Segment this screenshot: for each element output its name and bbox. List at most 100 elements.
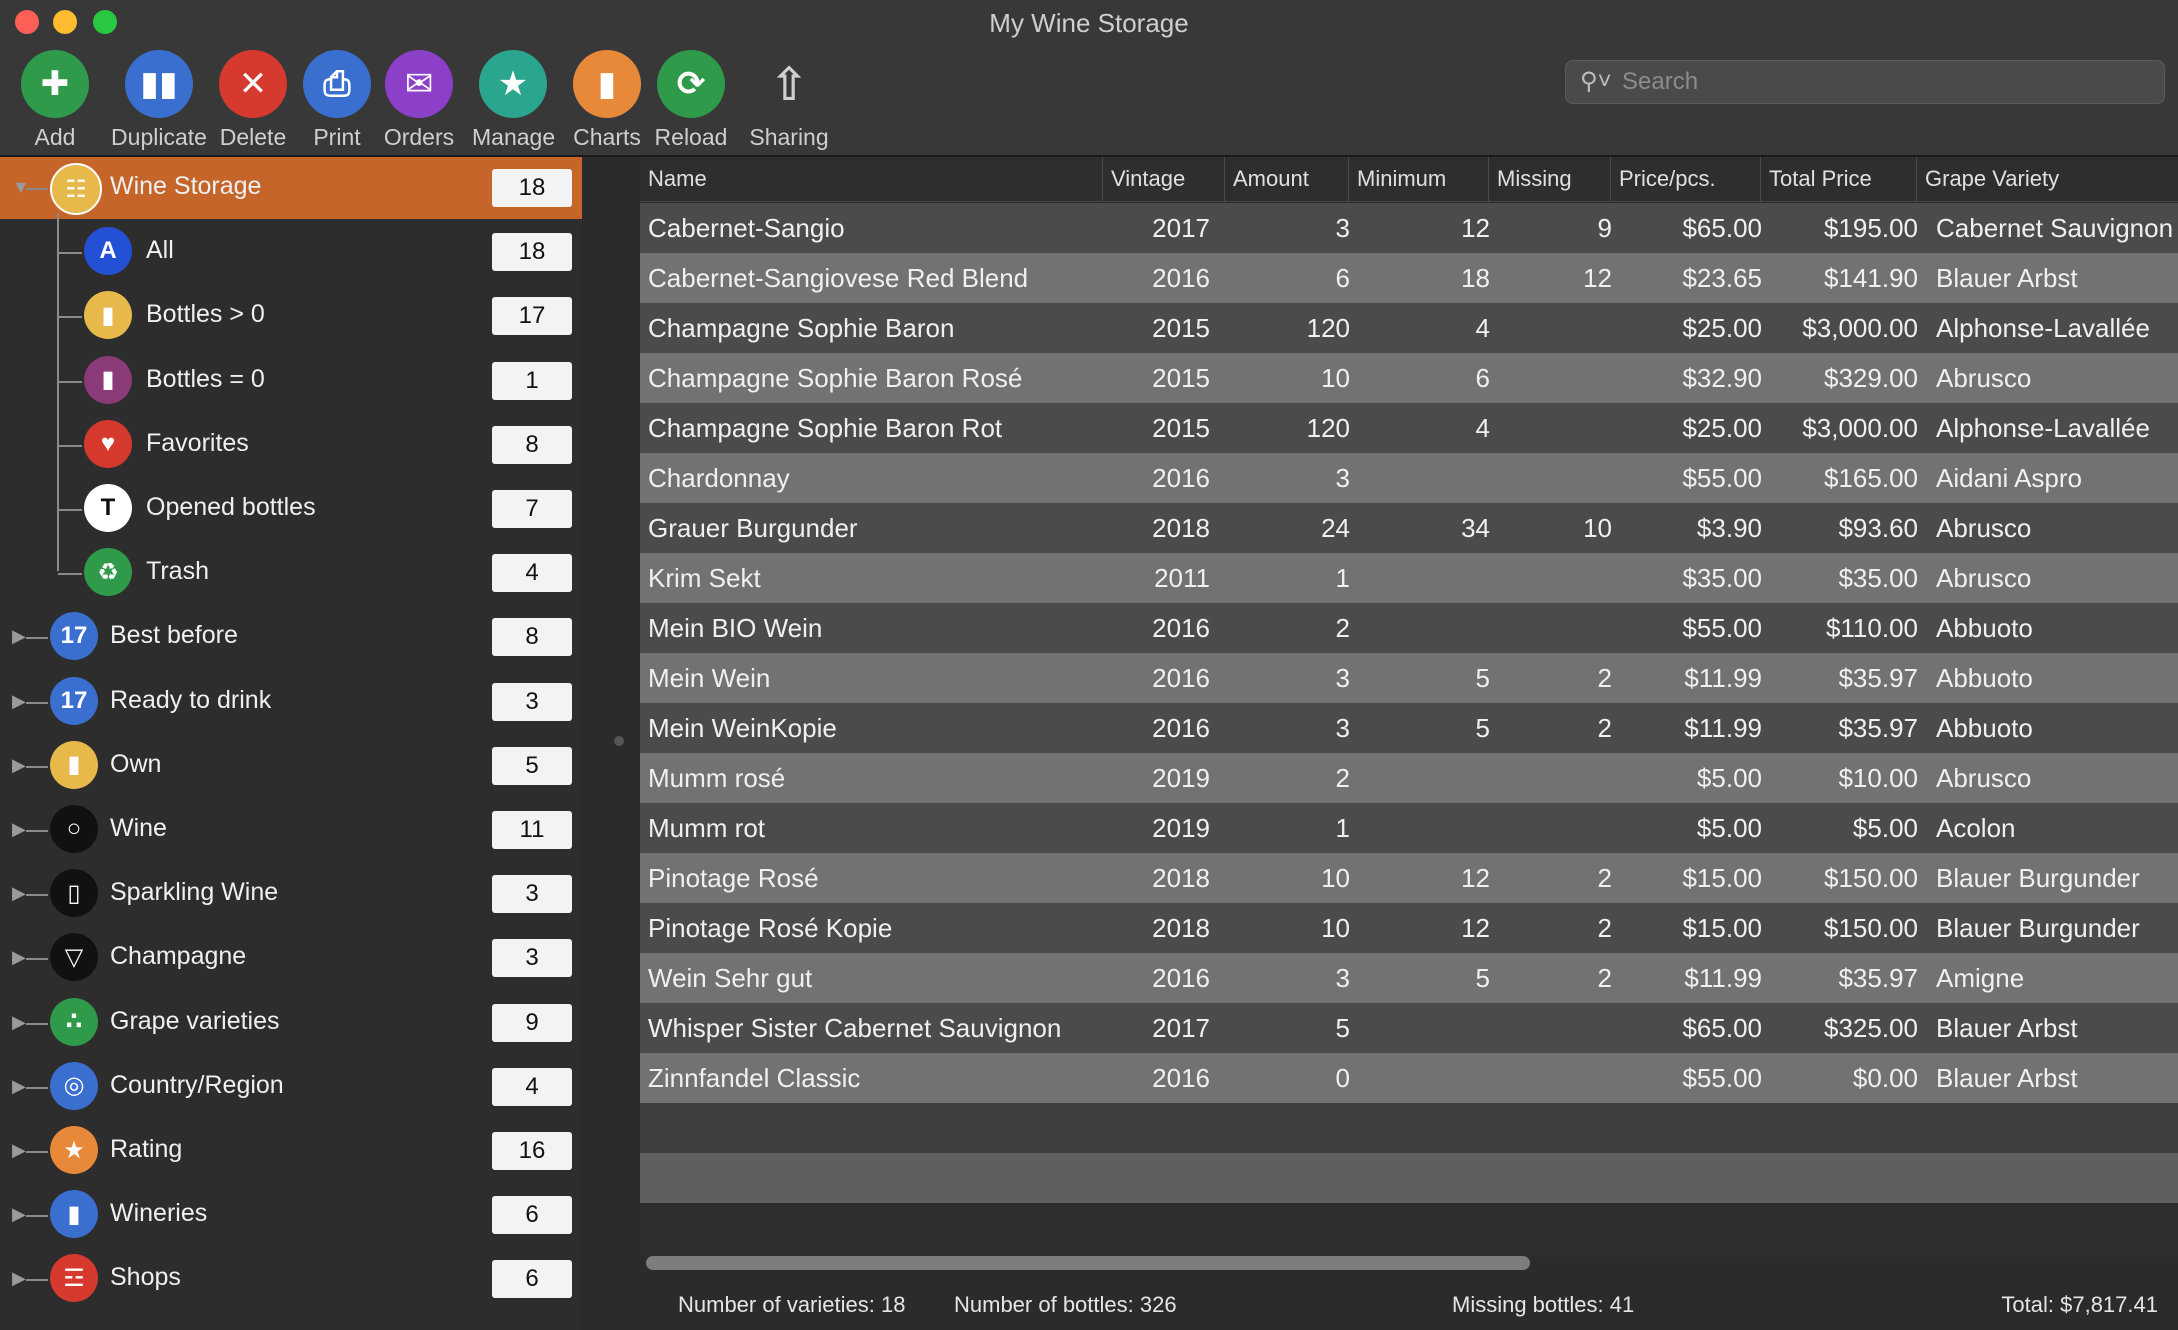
toolbar-manage-button[interactable]: ★ Manage bbox=[472, 50, 555, 151]
sidebar-item-label: Grape varieties bbox=[110, 1006, 280, 1035]
cell-vintage: 2016 bbox=[1152, 613, 1210, 643]
toolbar-delete-button[interactable]: ✕ Delete bbox=[212, 50, 294, 151]
cell-total-price: $150.00 bbox=[1824, 913, 1918, 943]
horizontal-scrollbar[interactable] bbox=[646, 1256, 1530, 1270]
disclosure-collapsed-icon[interactable]: ▶ bbox=[12, 819, 26, 840]
table-row[interactable]: Pinotage Rosé 2018 10 12 2 $15.00 $150.00 Blaue… bbox=[640, 853, 2178, 903]
sidebar-item-wine[interactable]: ▶ ○ Wine 11 bbox=[0, 799, 582, 861]
sidebar-item-trash[interactable]: ♻ Trash 4 bbox=[0, 542, 582, 604]
table-row[interactable]: Cabernet-Sangio 2017 3 12 9 $65.00 $195.00 Cabe… bbox=[640, 203, 2178, 253]
table-row[interactable]: Chardonnay 2016 3 $55.00 $165.00 Aidani Aspro bbox=[640, 453, 2178, 503]
column-header-total-price[interactable]: Total Price bbox=[1760, 157, 1916, 201]
cell-price-pcs: $25.00 bbox=[1682, 413, 1762, 443]
cell-total-price: $150.00 bbox=[1824, 863, 1918, 893]
sidebar-item-bottles-0[interactable]: ▮ Bottles = 0 1 bbox=[0, 350, 582, 412]
table-row[interactable]: Mumm rot 2019 1 $5.00 $5.00 Acolon bbox=[640, 803, 2178, 853]
table-row[interactable]: Wein Sehr gut 2016 3 5 2 $11.99 $35.97 Amigne bbox=[640, 953, 2178, 1003]
table-row[interactable]: Krim Sekt 2011 1 $35.00 $35.00 Abrusco bbox=[640, 553, 2178, 603]
disclosure-collapsed-icon[interactable]: ▶ bbox=[12, 1076, 26, 1097]
table-row[interactable]: Zinnfandel Classic 2016 0 $55.00 $0.00 Blauer… bbox=[640, 1053, 2178, 1103]
disclosure-collapsed-icon[interactable]: ▶ bbox=[12, 1140, 26, 1161]
corkscrew-icon: T bbox=[84, 484, 132, 532]
disclosure-collapsed-icon[interactable]: ▶ bbox=[12, 626, 26, 647]
sidebar-item-own[interactable]: ▶ ▮ Own 5 bbox=[0, 735, 582, 797]
column-header-vintage[interactable]: Vintage bbox=[1102, 157, 1224, 201]
sidebar-item-favorites[interactable]: ♥ Favorites 8 bbox=[0, 414, 582, 476]
sidebar-item-label: Rating bbox=[110, 1135, 183, 1163]
cell-amount: 120 bbox=[1306, 413, 1350, 443]
toolbar-add-button[interactable]: ✚ Add bbox=[14, 50, 96, 151]
table-row[interactable]: Mein BIO Wein 2016 2 $55.00 $110.00 Abbuoto bbox=[640, 603, 2178, 653]
sidebar-item-shops[interactable]: ▶ ☲ Shops 6 bbox=[0, 1248, 582, 1310]
sidebar-item-country-region[interactable]: ▶ ◎ Country/Region 4 bbox=[0, 1056, 582, 1118]
wine-glass-icon: ○ bbox=[50, 805, 98, 853]
bottle-icon: ▮ bbox=[84, 291, 132, 340]
sidebar-item-all[interactable]: A All 18 bbox=[0, 221, 582, 283]
cell-missing bbox=[1500, 753, 1622, 803]
toolbar-print-button[interactable]: ⎙ Print bbox=[296, 50, 378, 151]
disclosure-collapsed-icon[interactable]: ▶ bbox=[12, 1268, 26, 1289]
table-row[interactable]: Champagne Sophie Baron 2015 120 4 $25.00 $3,0… bbox=[640, 303, 2178, 353]
disclosure-collapsed-icon[interactable]: ▶ bbox=[12, 691, 26, 712]
sidebar-item-best-before[interactable]: ▶ 17 Best before 8 bbox=[0, 606, 582, 668]
column-header-missing[interactable]: Missing bbox=[1488, 157, 1610, 201]
sidebar-item-label: Bottles > 0 bbox=[146, 300, 265, 329]
table-row[interactable]: Grauer Burgunder 2018 24 34 10 $3.90 $93.60 Abr… bbox=[640, 503, 2178, 553]
sidebar-item-label: Favorites bbox=[146, 428, 249, 457]
column-header-price-pcs[interactable]: Price/pcs. bbox=[1610, 157, 1760, 201]
cell-total-price: $3,000.00 bbox=[1802, 413, 1918, 443]
table-row[interactable]: Champagne Sophie Baron Rosé 2015 10 6 $32.90… bbox=[640, 353, 2178, 403]
search-input[interactable] bbox=[1620, 65, 2154, 99]
cell-vintage: 2015 bbox=[1152, 413, 1210, 443]
split-view-handle[interactable] bbox=[614, 736, 624, 746]
column-header-minimum[interactable]: Minimum bbox=[1348, 157, 1488, 201]
toolbar-label: Charts bbox=[573, 124, 641, 150]
cell-vintage: 2016 bbox=[1152, 463, 1210, 493]
sidebar-item-bottles-0[interactable]: ▮ Bottles > 0 17 bbox=[0, 285, 582, 347]
sidebar-item-wineries[interactable]: ▶ ▮ Wineries 6 bbox=[0, 1184, 582, 1246]
table-row[interactable]: Mumm rosé 2019 2 $5.00 $10.00 Abrusco bbox=[640, 753, 2178, 803]
toolbar-duplicate-button[interactable]: ▮▮ Duplicate bbox=[96, 50, 222, 151]
table-row[interactable]: Whisper Sister Cabernet Sauvignon 2017 5 $6… bbox=[640, 1003, 2178, 1053]
table-row[interactable]: Champagne Sophie Baron Rot 2015 120 4 $25.00… bbox=[640, 403, 2178, 453]
table-header: Name Vintage Amount Minimum Missing Price/pcs… bbox=[640, 157, 2178, 202]
column-header-amount[interactable]: Amount bbox=[1224, 157, 1348, 201]
sidebar-item-ready-to-drink[interactable]: ▶ 17 Ready to drink 3 bbox=[0, 671, 582, 733]
disclosure-collapsed-icon[interactable]: ▶ bbox=[12, 947, 26, 968]
cell-price-pcs: $55.00 bbox=[1682, 463, 1762, 493]
count-badge: 8 bbox=[492, 618, 572, 657]
toolbar-reload-button[interactable]: ⟳ Reload bbox=[650, 50, 732, 151]
table-row[interactable]: Pinotage Rosé Kopie 2018 10 12 2 $15.00 $150.0… bbox=[640, 903, 2178, 953]
tree-connector bbox=[26, 958, 48, 961]
toolbar-sharing-button[interactable]: ⇧ Sharing bbox=[748, 50, 830, 151]
search-field[interactable]: ⚲˅ bbox=[1565, 60, 2165, 104]
cell-amount: 3 bbox=[1335, 213, 1350, 243]
cell-minimum bbox=[1360, 1003, 1500, 1053]
column-header-grape-variety[interactable]: Grape Variety bbox=[1916, 157, 2178, 201]
sidebar-item-wine-storage[interactable]: ▼ ☷ Wine Storage 18 bbox=[0, 157, 582, 219]
sidebar-item-grape-varieties[interactable]: ▶ ∴ Grape varieties 9 bbox=[0, 992, 582, 1054]
table-row[interactable]: Cabernet-Sangiovese Red Blend 2016 6 18 12 $2… bbox=[640, 253, 2178, 303]
sidebar-item-sparkling-wine[interactable]: ▶ ▯ Sparkling Wine 3 bbox=[0, 863, 582, 925]
cell-missing bbox=[1500, 803, 1622, 853]
cell-name: Chardonnay bbox=[648, 463, 790, 493]
cell-missing: 2 bbox=[1597, 863, 1612, 893]
toolbar-orders-button[interactable]: ✉ Orders bbox=[378, 50, 460, 151]
cell-missing bbox=[1500, 553, 1622, 603]
cell-total-price: $93.60 bbox=[1838, 513, 1918, 543]
table-row[interactable]: Mein Wein 2016 3 5 2 $11.99 $35.97 Abbuoto bbox=[640, 653, 2178, 703]
cell-total-price: $35.97 bbox=[1838, 963, 1918, 993]
column-header-name[interactable]: Name bbox=[640, 157, 1100, 201]
toolbar-charts-button[interactable]: ▮ Charts bbox=[566, 50, 648, 151]
sidebar-item-opened-bottles[interactable]: T Opened bottles 7 bbox=[0, 478, 582, 540]
sidebar-item-champagne[interactable]: ▶ ▽ Champagne 3 bbox=[0, 927, 582, 989]
sidebar-item-rating[interactable]: ▶ ★ Rating 16 bbox=[0, 1120, 582, 1182]
cell-amount: 10 bbox=[1321, 913, 1350, 943]
table-row[interactable]: Mein WeinKopie 2016 3 5 2 $11.99 $35.97 Abbuoto bbox=[640, 703, 2178, 753]
disclosure-collapsed-icon[interactable]: ▶ bbox=[12, 883, 26, 904]
disclosure-collapsed-icon[interactable]: ▶ bbox=[12, 1204, 26, 1225]
cell-grape-variety: Blauer Burgunder bbox=[1936, 913, 2140, 943]
empty-table-row bbox=[640, 1103, 2178, 1153]
disclosure-collapsed-icon[interactable]: ▶ bbox=[12, 755, 26, 776]
disclosure-collapsed-icon[interactable]: ▶ bbox=[12, 1012, 26, 1033]
